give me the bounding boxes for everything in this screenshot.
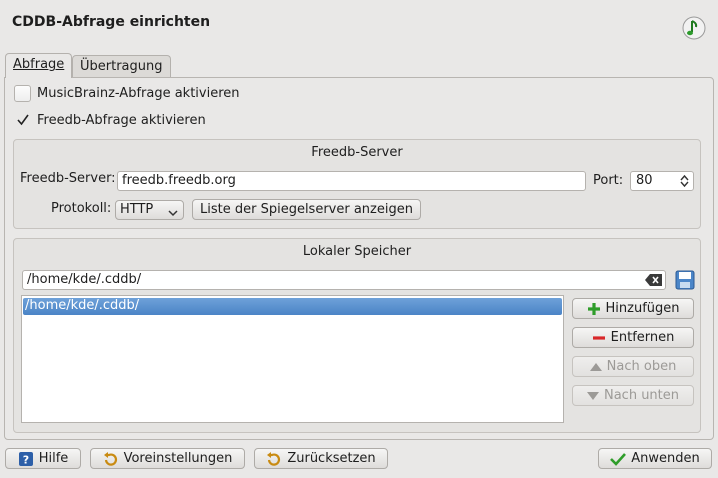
undo-icon: [266, 451, 282, 467]
checkbox-box: [14, 84, 31, 102]
musicbrainz-checkbox-label: MusicBrainz-Abfrage aktivieren: [37, 85, 240, 101]
help-button[interactable]: ? Hilfe: [5, 448, 81, 469]
tab-uebertragung-label: Übertragung: [80, 59, 163, 74]
local-group-title: Lokaler Speicher: [302, 244, 412, 259]
musicbrainz-checkbox[interactable]: MusicBrainz-Abfrage aktivieren: [14, 83, 240, 103]
undo-icon: [103, 451, 119, 467]
defaults-button-label: Voreinstellungen: [123, 451, 233, 466]
move-down-button[interactable]: Nach unten: [572, 385, 694, 406]
protocol-label: Protokoll:: [51, 201, 112, 216]
save-folder-icon[interactable]: [674, 269, 696, 291]
arrow-down-icon: [586, 391, 599, 401]
arrow-up-icon: [589, 362, 602, 372]
help-button-label: Hilfe: [38, 451, 69, 466]
apply-button-label: Anwenden: [631, 451, 700, 466]
plus-icon: [587, 302, 601, 316]
path-input[interactable]: /home/kde/.cddb/: [22, 270, 666, 290]
add-button-label: Hinzufügen: [605, 301, 680, 316]
dialog-title: CDDB-Abfrage einrichten: [12, 14, 211, 30]
minus-icon: [592, 331, 606, 345]
mirror-list-button-label: Liste der Spiegelserver anzeigen: [200, 202, 413, 217]
svg-text:?: ?: [23, 453, 29, 466]
tab-abfrage-label: Abfrage: [13, 57, 65, 72]
path-value: /home/kde/.cddb/: [27, 272, 142, 287]
protocol-value: HTTP: [120, 202, 154, 217]
check-icon: [610, 452, 627, 466]
tab-abfrage[interactable]: Abfrage: [5, 53, 73, 78]
remove-button-label: Entfernen: [610, 330, 675, 345]
port-spinbox[interactable]: 80: [630, 171, 694, 191]
apply-button[interactable]: Anwenden: [598, 448, 712, 469]
check-icon: [14, 112, 31, 129]
move-up-button[interactable]: Nach oben: [572, 356, 694, 377]
freedb-checkbox-label: Freedb-Abfrage aktivieren: [37, 112, 206, 128]
freedb-group-title: Freedb-Server: [311, 145, 403, 160]
mirror-list-button[interactable]: Liste der Spiegelserver anzeigen: [192, 199, 421, 220]
port-label: Port:: [593, 173, 624, 188]
music-note-icon: [682, 16, 706, 40]
tab-uebertragung[interactable]: Übertragung: [72, 55, 171, 77]
freedb-checkbox[interactable]: Freedb-Abfrage aktivieren: [14, 110, 206, 130]
path-list[interactable]: /home/kde/.cddb/: [21, 295, 564, 423]
reset-button-label: Zurücksetzen: [287, 451, 376, 466]
move-up-button-label: Nach oben: [606, 359, 677, 374]
help-icon: ?: [18, 451, 34, 467]
list-item[interactable]: /home/kde/.cddb/: [23, 298, 562, 315]
protocol-select[interactable]: HTTP: [115, 200, 184, 220]
chevron-down-icon: [168, 206, 178, 221]
remove-button[interactable]: Entfernen: [572, 327, 694, 348]
server-input[interactable]: freedb.freedb.org: [117, 171, 586, 191]
move-down-button-label: Nach unten: [603, 388, 680, 403]
clear-text-icon[interactable]: [645, 273, 663, 291]
defaults-button[interactable]: Voreinstellungen: [90, 448, 245, 469]
reset-button[interactable]: Zurücksetzen: [254, 448, 388, 469]
port-value: 80: [636, 173, 653, 188]
spin-arrows-icon[interactable]: [680, 174, 689, 192]
server-label: Freedb-Server:: [20, 171, 116, 186]
add-button[interactable]: Hinzufügen: [572, 298, 694, 319]
